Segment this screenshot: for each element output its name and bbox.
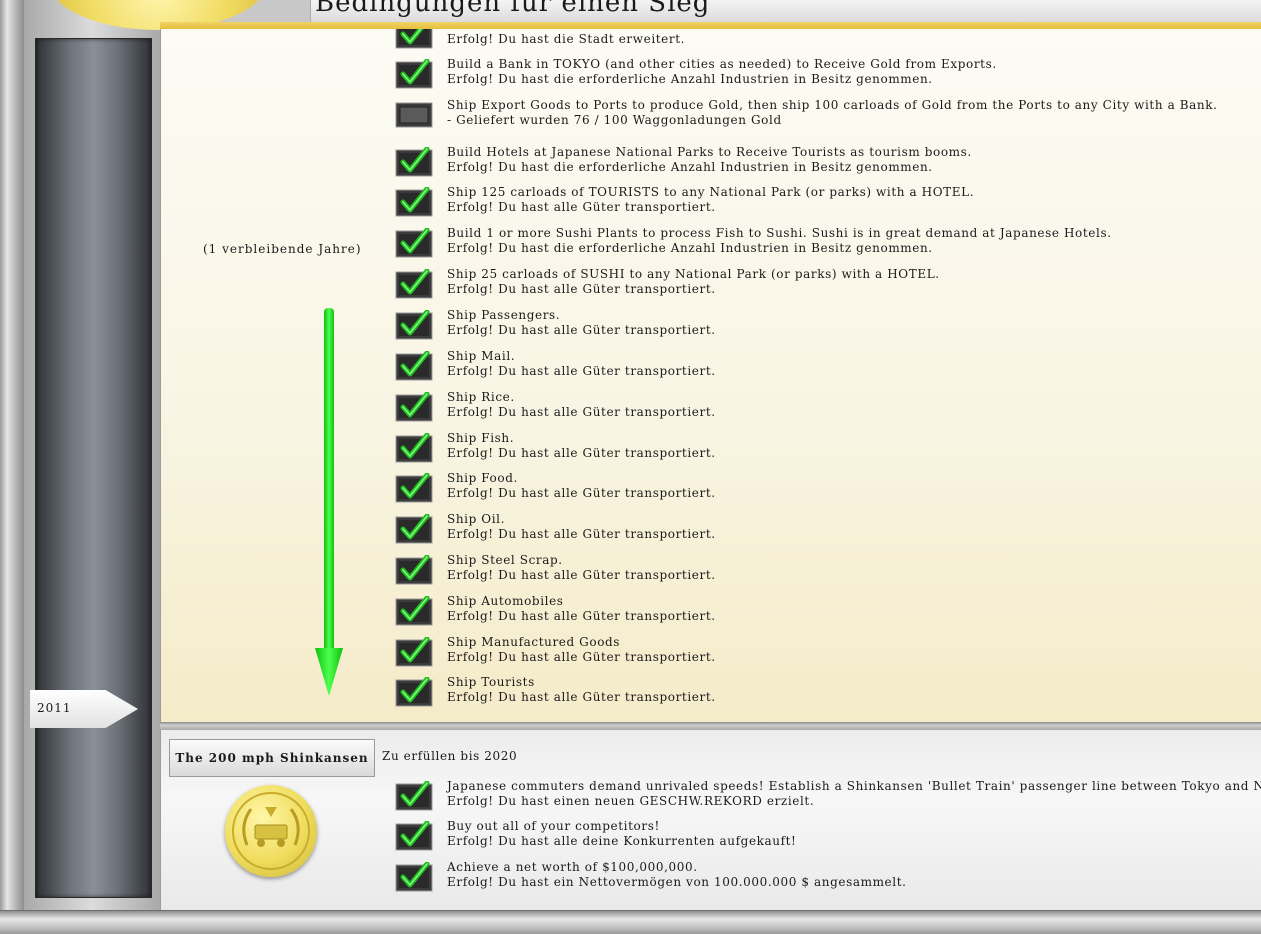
goal-status: Erfolg! Du hast alle Güter transportiert… [447,609,716,623]
goal-description: Ship Mail. [447,349,516,363]
checkmark-icon [395,595,433,626]
checkmark-icon [395,636,433,667]
checkmark-icon [395,676,433,707]
checkmark-icon [395,29,433,49]
goal-description: Ship Oil. [447,512,506,526]
next-scenario-panel: The 200 mph Shinkansen Zu erfüllen bis 2… [160,730,1261,910]
goal-description: Ship Food. [447,471,518,485]
checkmark-icon [395,820,433,851]
goal-status: Erfolg! Du hast die erforderliche Anzahl… [447,241,933,255]
window-frame-left [0,0,25,933]
goal-description: Ship Fish. [447,431,515,445]
goal-status: Erfolg! Du hast die Stadt erweitert. [447,32,686,46]
goal-status: Erfolg! Du hast alle Güter transportiert… [447,650,716,664]
goal-status: Erfolg! Du hast einen neuen GESCHW.REKOR… [447,794,815,808]
checkmark-icon [395,186,433,217]
goal-status: Erfolg! Du hast die erforderliche Anzahl… [447,160,933,174]
checkmark-icon [395,780,433,811]
goal-status: Erfolg! Du hast ein Nettovermögen von 10… [447,875,907,889]
goal-status: Erfolg! Du hast alle Güter transportiert… [447,405,716,419]
timeline-year-marker[interactable]: 2011 [30,690,138,728]
goal-description: Ship Steel Scrap. [447,553,563,567]
panel-divider [160,722,1261,730]
goal-description: Ship Automobiles [447,594,564,608]
header-bar: Bedingungen für einen Sieg [310,0,1261,23]
goal-status: Erfolg! Du hast alle deine Konkurrenten … [447,834,797,848]
goal-description: Build Hotels at Japanese National Parks … [447,145,972,159]
checkmark-icon [395,861,433,892]
goal-description: Ship Tourists [447,675,535,689]
scenario-medal-icon [225,785,317,877]
goal-description: Ship 125 carloads of TOURISTS to any Nat… [447,185,975,199]
checkmark-icon [395,391,433,422]
goal-status: - Geliefert wurden 76 / 100 Waggonladung… [447,113,782,127]
goal-status: Erfolg! Du hast alle Güter transportiert… [447,446,716,460]
empty-checkbox-icon [395,100,433,130]
goal-description: Ship Rice. [447,390,515,404]
checkmark-icon [395,227,433,258]
goal-status: Erfolg! Du hast die erforderliche Anzahl… [447,72,933,86]
scenario-title-button[interactable]: The 200 mph Shinkansen [169,739,375,777]
checkmark-icon [395,350,433,381]
goal-description: Achieve a net worth of $100,000,000. [447,860,698,874]
goal-status: Erfolg! Du hast alle Güter transportiert… [447,282,716,296]
scenario-due-date: Zu erfüllen bis 2020 [382,749,518,763]
checkmark-icon [395,309,433,340]
goal-description: Build 1 or more Sushi Plants to process … [447,226,1112,240]
goal-status: Erfolg! Du hast alle Güter transportiert… [447,323,716,337]
timeline-year-label: 2011 [37,701,72,715]
window-frame-bottom [0,910,1261,934]
timeline-bar[interactable] [35,38,152,898]
goal-status: Erfolg! Du hast alle Güter transportiert… [447,527,716,541]
current-scenario-panel: (1 verbleibende Jahre) Erfolg! Du hast d… [160,29,1261,723]
goal-status: Erfolg! Du hast alle Güter transportiert… [447,364,716,378]
goal-description: Ship 25 carloads of SUSHI to any Nationa… [447,267,940,281]
checkmark-icon [395,268,433,299]
header-gold-trim [160,22,1261,29]
goal-status: Erfolg! Du hast alle Güter transportiert… [447,200,716,214]
goal-description: Ship Manufactured Goods [447,635,621,649]
goal-description: Buy out all of your competitors! [447,819,660,833]
goal-description: Ship Passengers. [447,308,561,322]
remaining-years: (1 verbleibende Jahre) [203,242,362,256]
page-title: Bedingungen für einen Sieg [315,0,711,18]
goal-status: Erfolg! Du hast alle Güter transportiert… [447,568,716,582]
goal-status: Erfolg! Du hast alle Güter transportiert… [447,690,716,704]
checkmark-icon [395,432,433,463]
goal-description: Ship Export Goods to Ports to produce Go… [447,98,1218,112]
goal-status: Erfolg! Du hast alle Güter transportiert… [447,486,716,500]
checkmark-icon [395,472,433,503]
goal-description: Build a Bank in TOKYO (and other cities … [447,57,997,71]
checkmark-icon [395,554,433,585]
checkmark-icon [395,146,433,177]
checkmark-icon [395,58,433,89]
checkmark-icon [395,513,433,544]
progress-arrow-icon [315,308,343,696]
goal-description: Japanese commuters demand unrivaled spee… [447,779,1261,793]
